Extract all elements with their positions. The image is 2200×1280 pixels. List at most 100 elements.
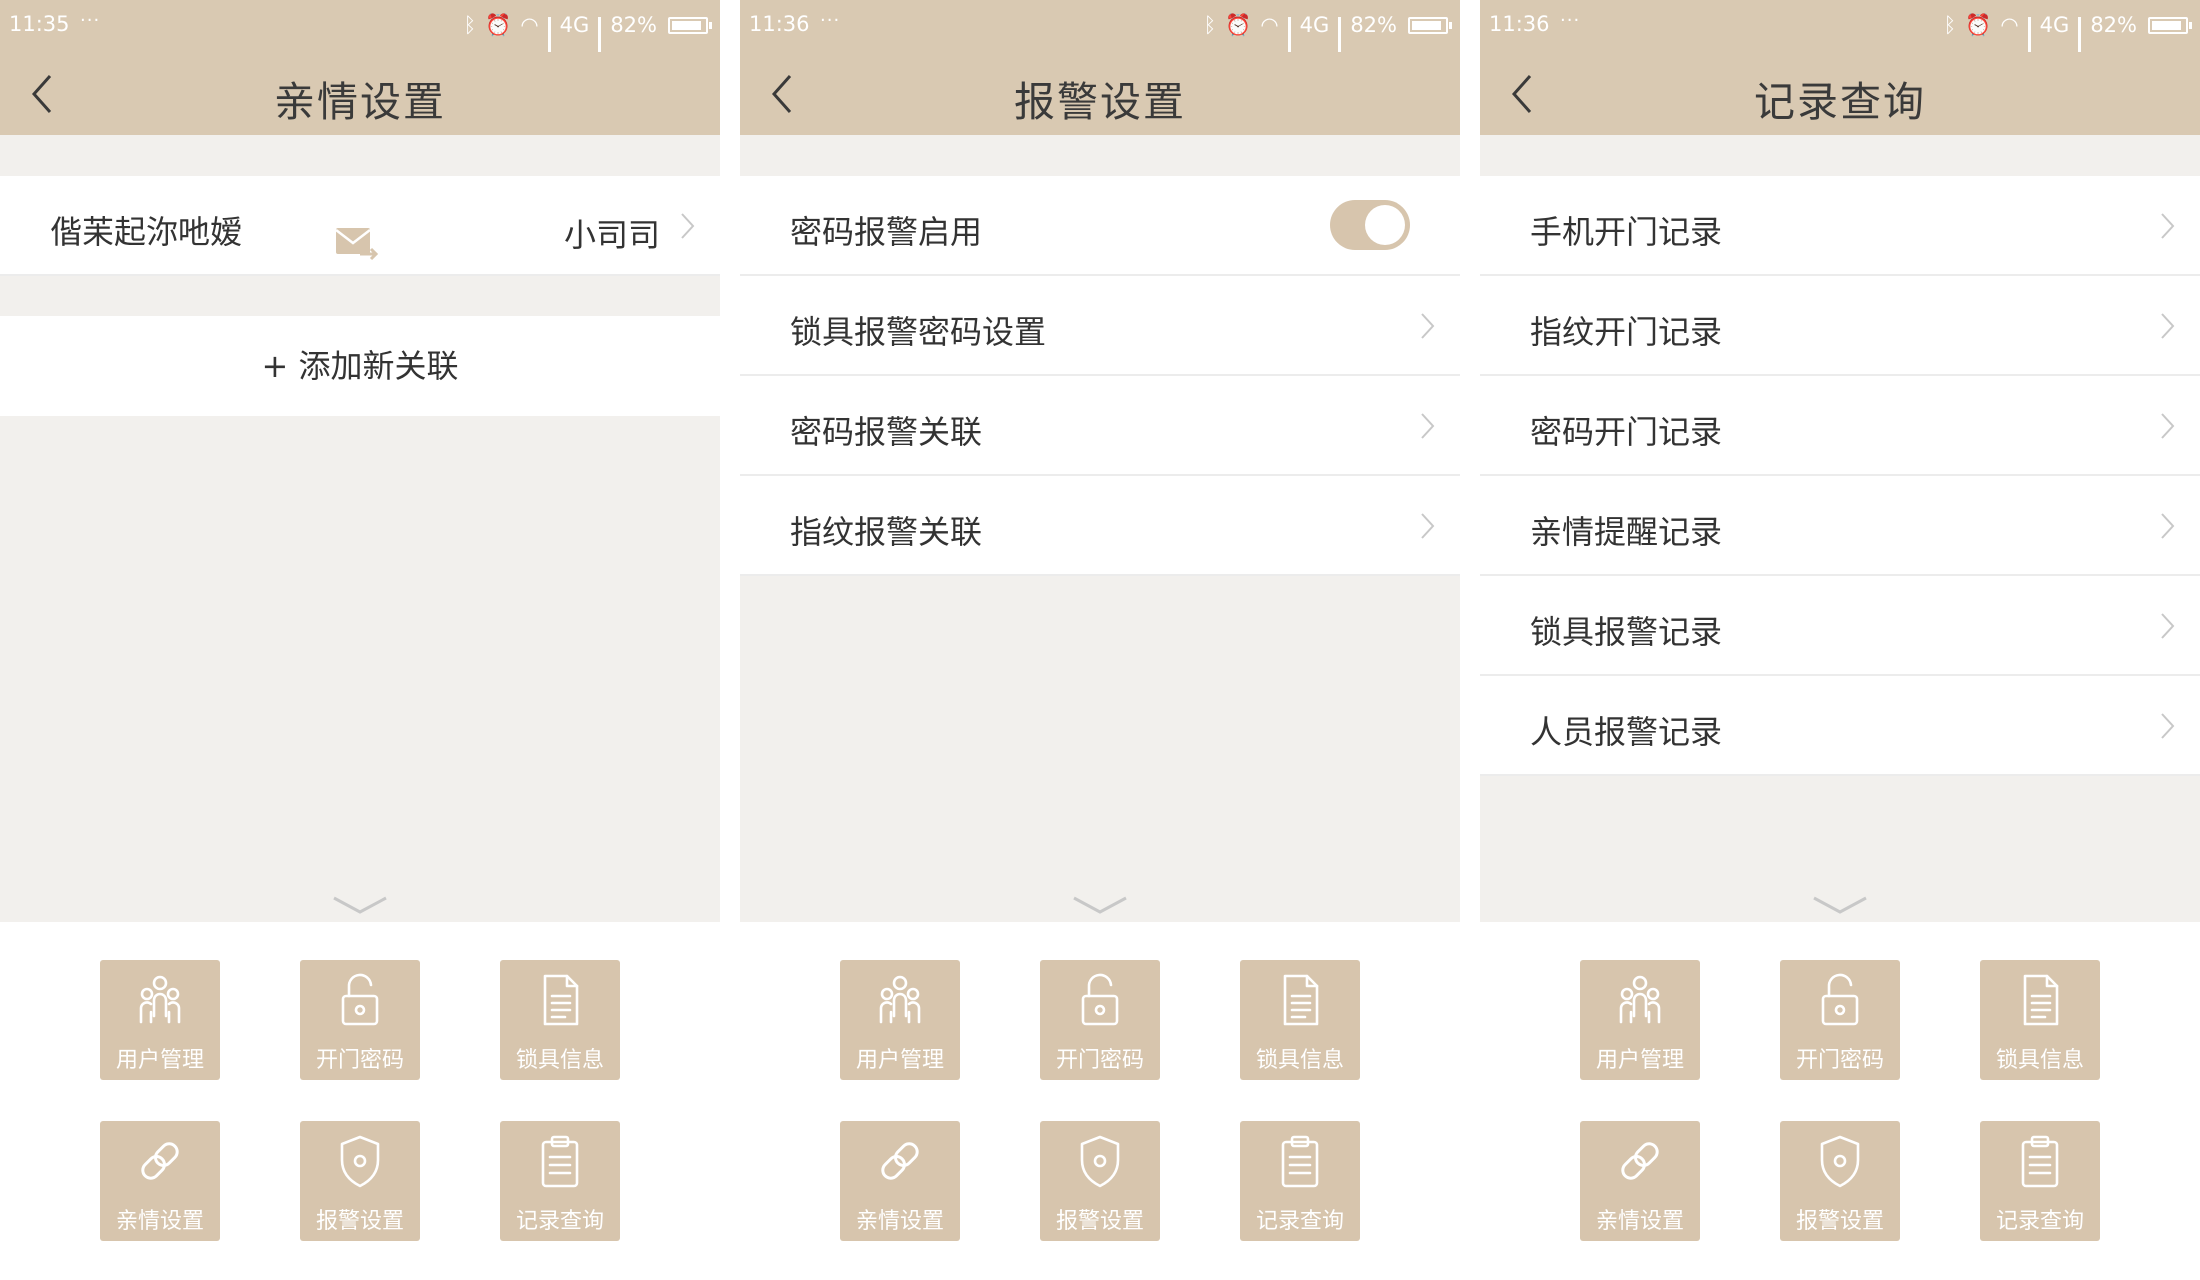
menu-tile[interactable]: 锁具信息 <box>500 960 620 1080</box>
battery-icon <box>2148 16 2192 34</box>
record-row[interactable]: 锁具报警记录 <box>1480 576 2200 676</box>
shield-icon <box>335 1133 385 1189</box>
users-icon <box>135 972 185 1028</box>
menu-tile-label: 锁具信息 <box>515 1048 604 1073</box>
alarm-setting-label: 锁具报警密码设置 <box>790 313 1047 351</box>
chevron-down-icon[interactable] <box>330 892 390 918</box>
menu-tile[interactable]: 记录查询 <box>1980 1121 2100 1241</box>
wifi-icon: ◠ <box>520 13 539 37</box>
menu-tile-label: 亲情设置 <box>1595 1209 1684 1234</box>
menu-tile[interactable]: 记录查询 <box>1240 1121 1360 1241</box>
clipboard-icon <box>2015 1133 2065 1189</box>
menu-tile-label: 开门密码 <box>1055 1048 1144 1073</box>
screen-family-settings: 11:35 ··· ᛒ ⏰ ◠ 4G 82% 亲情设置 偕苿起沵吔嫒 小司司 + 添加新关联 用户管… <box>0 0 720 1280</box>
menu-tile-label: 亲情设置 <box>115 1209 204 1234</box>
menu-tile[interactable]: 开门密码 <box>1780 960 1900 1080</box>
link-icon <box>1615 1133 1665 1189</box>
function-menu: 用户管理 开门密码 锁具信息 亲情设置 报警设置 记录查询 <box>0 922 720 1280</box>
alarm-setting-row[interactable]: 密码报警关联 <box>740 376 1460 476</box>
network-type: 4G <box>2039 13 2070 37</box>
record-list: 手机开门记录指纹开门记录密码开门记录亲情提醒记录 锁具报警记录 人员报警记录 <box>1480 176 2200 776</box>
alarm-setting-label: 密码报警关联 <box>790 413 983 451</box>
screen-record-query: 11:36 ··· ᛒ ⏰ ◠ 4G 82% 记录查询 手机开门记录 指纹开门记录 密码开门记录 亲情… <box>1480 0 2200 1280</box>
signal-icon <box>547 17 551 52</box>
record-row[interactable]: 手机开门记录 <box>1480 176 2200 276</box>
function-menu: 用户管理 开门密码 锁具信息 亲情设置 报警设置 记录查询 <box>1480 922 2200 1280</box>
alarm-setting-row[interactable]: 指纹报警关联 <box>740 476 1460 576</box>
function-menu: 用户管理 开门密码 锁具信息 亲情设置 报警设置 记录查询 <box>740 922 1460 1280</box>
signal-icon <box>2027 17 2031 52</box>
status-more-dots: ··· <box>80 10 101 31</box>
chevron-right-icon <box>2158 210 2178 242</box>
menu-tile[interactable]: 报警设置 <box>1040 1121 1160 1241</box>
menu-tile[interactable]: 锁具信息 <box>1240 960 1360 1080</box>
menu-tile-label: 报警设置 <box>315 1209 404 1234</box>
bluetooth-icon: ᛒ <box>1943 13 1957 37</box>
status-bar: 11:36 ··· ᛒ ⏰ ◠ 4G 82% <box>1480 0 2200 52</box>
network-type: 4G <box>559 13 590 37</box>
menu-tile-label: 报警设置 <box>1055 1209 1144 1234</box>
menu-tile[interactable]: 报警设置 <box>300 1121 420 1241</box>
battery-percent: 82% <box>2090 13 2137 37</box>
family-list: 偕苿起沵吔嫒 小司司 + 添加新关联 <box>0 176 720 416</box>
status-more-dots: ··· <box>1560 10 1581 31</box>
record-row[interactable]: 指纹开门记录 <box>1480 276 2200 376</box>
menu-tile[interactable]: 亲情设置 <box>100 1121 220 1241</box>
contact-value: 小司司 <box>563 216 660 254</box>
menu-tile[interactable]: 报警设置 <box>1780 1121 1900 1241</box>
status-more-dots: ··· <box>820 10 841 31</box>
signal-icon <box>598 17 602 52</box>
page-title: 记录查询 <box>1754 78 1926 126</box>
password-alarm-toggle[interactable] <box>1330 200 1410 250</box>
bluetooth-icon: ᛒ <box>463 13 477 37</box>
menu-tile-label: 用户管理 <box>115 1048 204 1073</box>
wifi-icon: ◠ <box>2000 13 2019 37</box>
menu-tile[interactable]: 开门密码 <box>1040 960 1160 1080</box>
menu-tile[interactable]: 用户管理 <box>1580 960 1700 1080</box>
alarm-setting-row[interactable]: 密码报警启用 <box>740 176 1460 276</box>
alarm-setting-row[interactable]: 锁具报警密码设置 <box>740 276 1460 376</box>
page-title: 报警设置 <box>1014 78 1186 126</box>
menu-tile[interactable]: 用户管理 <box>100 960 220 1080</box>
record-label: 指纹开门记录 <box>1530 313 1723 351</box>
menu-tile-label: 锁具信息 <box>1255 1048 1344 1073</box>
record-row[interactable]: 密码开门记录 <box>1480 376 2200 476</box>
alarm-clock-icon: ⏰ <box>1965 12 1992 37</box>
chevron-down-icon[interactable] <box>1810 892 1870 918</box>
menu-tile[interactable]: 亲情设置 <box>840 1121 960 1241</box>
menu-tile-label: 用户管理 <box>855 1048 944 1073</box>
chevron-right-icon <box>2158 410 2178 442</box>
shield-icon <box>1075 1133 1125 1189</box>
record-label: 锁具报警记录 <box>1530 613 1723 651</box>
mail-forward-icon <box>334 226 380 262</box>
menu-tile[interactable]: 记录查询 <box>500 1121 620 1241</box>
battery-percent: 82% <box>1350 13 1397 37</box>
menu-tile[interactable]: 用户管理 <box>840 960 960 1080</box>
chevron-down-icon[interactable] <box>1070 892 1130 918</box>
chevron-right-icon <box>1418 510 1438 542</box>
record-label: 亲情提醒记录 <box>1530 513 1723 551</box>
family-contact-row[interactable]: 偕苿起沵吔嫒 小司司 <box>0 176 720 276</box>
alarm-setting-label: 密码报警启用 <box>790 213 983 251</box>
menu-tile[interactable]: 开门密码 <box>300 960 420 1080</box>
record-row[interactable]: 人员报警记录 <box>1480 676 2200 776</box>
clipboard-icon <box>1275 1133 1325 1189</box>
contact-name: 偕苿起沵吔嫒 <box>50 213 243 251</box>
wifi-icon: ◠ <box>1260 13 1279 37</box>
link-icon <box>135 1133 185 1189</box>
status-bar: 11:36 ··· ᛒ ⏰ ◠ 4G 82% <box>740 0 1460 52</box>
menu-tile[interactable]: 锁具信息 <box>1980 960 2100 1080</box>
document-icon <box>1275 972 1325 1028</box>
chevron-right-icon <box>2158 510 2178 542</box>
menu-tile-label: 开门密码 <box>1795 1048 1884 1073</box>
add-new-link-button[interactable]: + 添加新关联 <box>0 316 720 416</box>
alarm-clock-icon: ⏰ <box>485 12 512 37</box>
unlock-icon <box>1075 972 1125 1028</box>
alarm-clock-icon: ⏰ <box>1225 12 1252 37</box>
shield-icon <box>1815 1133 1865 1189</box>
chevron-right-icon <box>2158 610 2178 642</box>
menu-tile-label: 记录查询 <box>1995 1209 2084 1234</box>
record-row[interactable]: 亲情提醒记录 <box>1480 476 2200 576</box>
menu-tile[interactable]: 亲情设置 <box>1580 1121 1700 1241</box>
record-label: 人员报警记录 <box>1530 713 1723 751</box>
